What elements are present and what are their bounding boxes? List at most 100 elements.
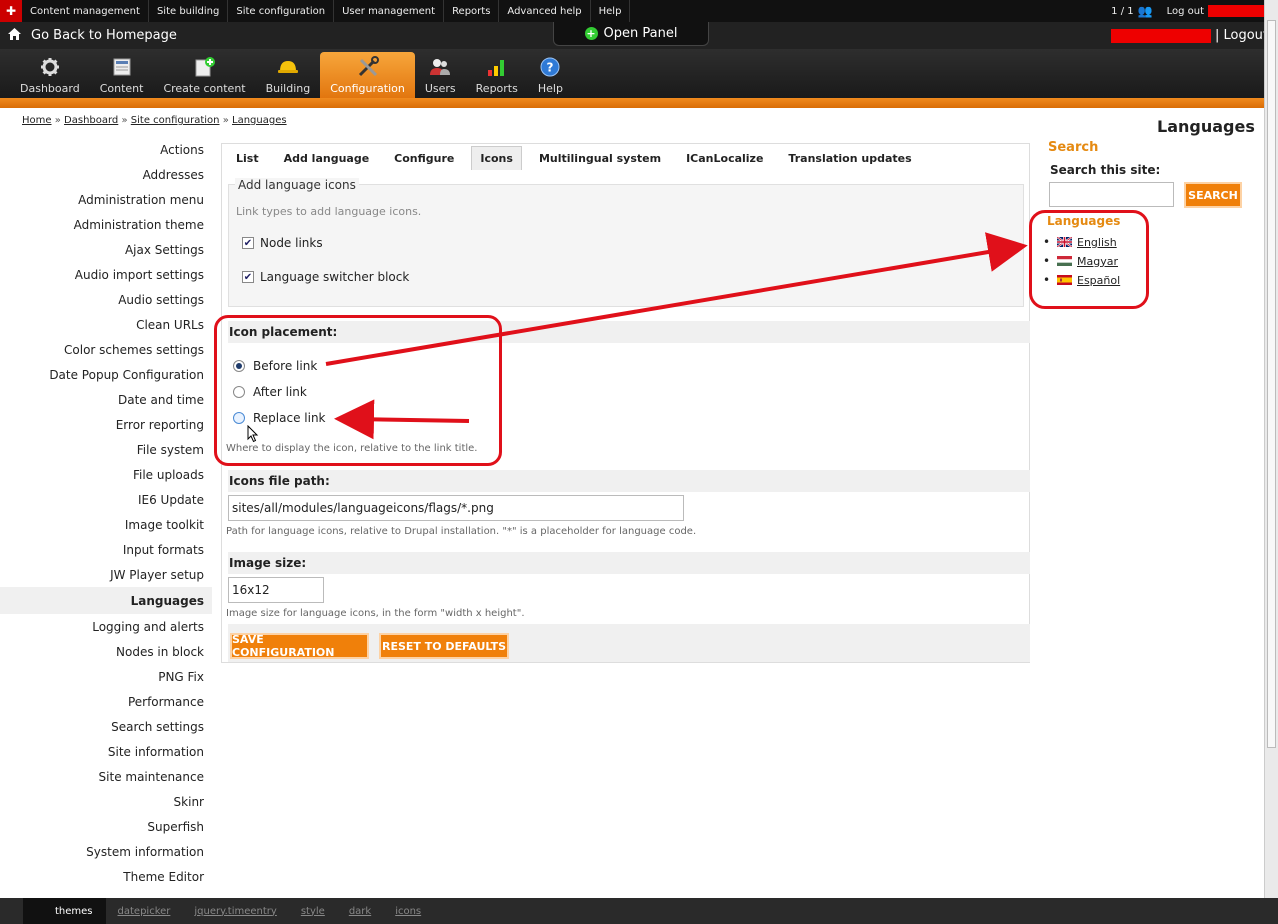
checkbox-checked-icon[interactable]: ✔ <box>242 271 254 283</box>
admin-menu-help[interactable]: Help <box>591 0 631 22</box>
bottom-link-datepicker[interactable]: datepicker <box>106 898 183 924</box>
scrollbar-thumb[interactable] <box>1267 20 1276 748</box>
drupal-logo-icon[interactable]: ✚ <box>0 0 22 22</box>
toolbar-configuration[interactable]: Configuration <box>320 52 415 98</box>
sidebar-item-file-system[interactable]: File system <box>0 437 212 462</box>
toolbar-label[interactable]: Content <box>100 82 144 95</box>
vertical-scrollbar[interactable] <box>1264 0 1278 898</box>
sidebar-item-clean-urls[interactable]: Clean URLs <box>0 312 212 337</box>
go-back-home-label[interactable]: Go Back to Homepage <box>31 28 177 43</box>
open-panel-label[interactable]: Open Panel <box>604 26 678 41</box>
tab-icanlocalize[interactable]: ICanLocalize <box>678 146 771 170</box>
admin-menu: ✚ Content management Site building Site … <box>0 0 1278 22</box>
toolbar-label[interactable]: Create content <box>163 82 245 95</box>
admin-toolbar: Dashboard Content Create content Buildin… <box>0 49 1278 98</box>
bottom-link-jquery-timeentry[interactable]: jquery.timeentry <box>182 898 288 924</box>
open-panel-button[interactable]: + Open Panel <box>553 22 709 46</box>
sidebar-item-actions[interactable]: Actions <box>0 137 212 162</box>
admin-logout-label[interactable]: Log out <box>1167 6 1204 17</box>
breadcrumb-home[interactable]: Home <box>22 115 52 126</box>
sidebar-item-logging-and-alerts[interactable]: Logging and alerts <box>0 614 212 639</box>
sidebar-item-administration-theme[interactable]: Administration theme <box>0 212 212 237</box>
tab-configure[interactable]: Configure <box>386 146 462 170</box>
bottom-tab-themes[interactable]: themes <box>23 898 106 924</box>
node-links-checkbox[interactable]: ✔ Node links <box>242 236 323 250</box>
save-configuration-button[interactable]: SAVE CONFIGURATION <box>230 633 369 659</box>
breadcrumb-site-configuration[interactable]: Site configuration <box>131 115 220 126</box>
admin-logout[interactable]: Log out <box>1159 5 1278 17</box>
toolbar-content[interactable]: Content <box>90 52 154 98</box>
admin-menu-site-building[interactable]: Site building <box>149 0 229 22</box>
sidebar-item-theme-editor[interactable]: Theme Editor <box>0 864 212 889</box>
language-switcher-checkbox[interactable]: ✔ Language switcher block <box>242 270 409 284</box>
tab-add-language[interactable]: Add language <box>276 146 378 170</box>
sidebar-item-superfish[interactable]: Superfish <box>0 814 212 839</box>
sidebar-item-date-popup[interactable]: Date Popup Configuration <box>0 362 212 387</box>
breadcrumb-separator: » <box>54 115 61 126</box>
tab-multilingual-system[interactable]: Multilingual system <box>531 146 669 170</box>
sidebar-item-error-reporting[interactable]: Error reporting <box>0 412 212 437</box>
toolbar-label[interactable]: Building <box>266 82 311 95</box>
tab-translation-updates[interactable]: Translation updates <box>780 146 919 170</box>
admin-menu-advanced-help[interactable]: Advanced help <box>499 0 591 22</box>
sidebar-item-search-settings[interactable]: Search settings <box>0 714 212 739</box>
sidebar-item-png-fix[interactable]: PNG Fix <box>0 664 212 689</box>
admin-menu-reports[interactable]: Reports <box>444 0 500 22</box>
tab-icons[interactable]: Icons <box>471 146 522 170</box>
admin-menu-site-configuration[interactable]: Site configuration <box>228 0 335 22</box>
image-size-input[interactable]: 16x12 <box>228 577 324 603</box>
admin-menu-user-management[interactable]: User management <box>334 0 445 22</box>
toolbar-label[interactable]: Configuration <box>330 82 405 95</box>
sidebar-item-image-toolkit[interactable]: Image toolkit <box>0 512 212 537</box>
toolbar-label[interactable]: Reports <box>476 82 518 95</box>
toolbar-help[interactable]: ? Help <box>528 52 573 98</box>
sidebar-item-ie6-update[interactable]: IE6 Update <box>0 487 212 512</box>
sidebar-nav: Actions Addresses Administration menu Ad… <box>0 137 212 889</box>
sidebar-item-date-and-time[interactable]: Date and time <box>0 387 212 412</box>
bar-chart-icon <box>486 56 508 78</box>
bottom-link-dark[interactable]: dark <box>337 898 383 924</box>
admin-menu-content-management[interactable]: Content management <box>22 0 149 22</box>
bottom-link-icons[interactable]: icons <box>383 898 433 924</box>
tab-bar: List Add language Configure Icons Multil… <box>222 144 1029 170</box>
sidebar-item-input-formats[interactable]: Input formats <box>0 537 212 562</box>
svg-text:?: ? <box>547 61 554 75</box>
sidebar-item-ajax-settings[interactable]: Ajax Settings <box>0 237 212 262</box>
sidebar-item-languages[interactable]: Languages <box>0 587 212 614</box>
toolbar-create-content[interactable]: Create content <box>153 52 255 98</box>
reset-to-defaults-button[interactable]: RESET TO DEFAULTS <box>379 633 509 659</box>
sidebar-item-color-schemes[interactable]: Color schemes settings <box>0 337 212 362</box>
help-icon: ? <box>539 56 561 78</box>
fieldset-description: Link types to add language icons. <box>236 205 422 218</box>
sidebar-item-file-uploads[interactable]: File uploads <box>0 462 212 487</box>
go-back-home-link[interactable]: Go Back to Homepage <box>0 27 177 44</box>
sidebar-item-site-information[interactable]: Site information <box>0 739 212 764</box>
sidebar-item-performance[interactable]: Performance <box>0 689 212 714</box>
sidebar-item-jw-player-setup[interactable]: JW Player setup <box>0 562 212 587</box>
toolbar-dashboard[interactable]: Dashboard <box>10 52 90 98</box>
icons-file-path-input[interactable]: sites/all/modules/languageicons/flags/*.… <box>228 495 684 521</box>
sidebar-item-audio-settings[interactable]: Audio settings <box>0 287 212 312</box>
toolbar-label[interactable]: Users <box>425 82 456 95</box>
search-button[interactable]: SEARCH <box>1184 182 1242 208</box>
sidebar-item-administration-menu[interactable]: Administration menu <box>0 187 212 212</box>
sidebar-item-addresses[interactable]: Addresses <box>0 162 212 187</box>
toolbar-reports[interactable]: Reports <box>466 52 528 98</box>
breadcrumb-languages[interactable]: Languages <box>232 115 287 126</box>
sidebar-item-skinr[interactable]: Skinr <box>0 789 212 814</box>
sidebar-item-nodes-in-block[interactable]: Nodes in block <box>0 639 212 664</box>
sidebar-item-site-maintenance[interactable]: Site maintenance <box>0 764 212 789</box>
users-icon: 👥 <box>1137 4 1153 18</box>
sidebar-item-audio-import-settings[interactable]: Audio import settings <box>0 262 212 287</box>
toolbar-label[interactable]: Dashboard <box>20 82 80 95</box>
checkbox-checked-icon[interactable]: ✔ <box>242 237 254 249</box>
sidebar-item-system-information[interactable]: System information <box>0 839 212 864</box>
toolbar-users[interactable]: Users <box>415 52 466 98</box>
search-input[interactable] <box>1049 182 1174 207</box>
toolbar-building[interactable]: Building <box>256 52 321 98</box>
breadcrumb-dashboard[interactable]: Dashboard <box>64 115 118 126</box>
toolbar-label[interactable]: Help <box>538 82 563 95</box>
logout-link[interactable]: | Logout <box>1215 28 1268 43</box>
tab-list[interactable]: List <box>228 146 267 170</box>
bottom-link-style[interactable]: style <box>289 898 337 924</box>
